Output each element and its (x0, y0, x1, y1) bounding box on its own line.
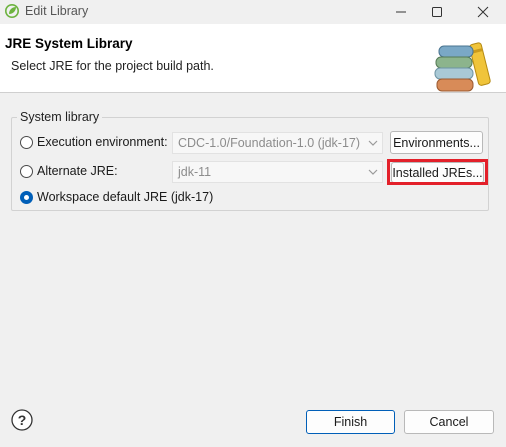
group-legend: System library (20, 110, 100, 124)
maximize-button[interactable] (422, 0, 452, 24)
close-button[interactable] (468, 0, 498, 24)
radio-label: Alternate JRE: (37, 164, 118, 178)
environments-button[interactable]: Environments... (390, 131, 483, 154)
window-title: Edit Library (25, 4, 89, 18)
page-description: Select JRE for the project build path. (11, 59, 214, 73)
alternate-jre-combo[interactable]: jdk-11 (172, 161, 383, 183)
help-icon[interactable]: ? (11, 409, 33, 431)
radio-workspace-default-jre[interactable]: Workspace default JRE (jdk-17) (20, 188, 213, 206)
combo-value: CDC-1.0/Foundation-1.0 (jdk-17) (178, 136, 361, 150)
library-books-icon (434, 42, 491, 92)
radio-label: Workspace default JRE (jdk-17) (37, 190, 214, 204)
dialog-header: JRE System Library Select JRE for the pr… (0, 24, 506, 93)
radio-button[interactable] (20, 135, 33, 149)
chevron-down-icon (368, 169, 378, 175)
combo-value: jdk-11 (178, 165, 212, 179)
radio-label: Execution environment: (37, 135, 168, 149)
page-title: JRE System Library (5, 36, 133, 51)
radio-alternate-jre[interactable]: Alternate JRE: (20, 162, 118, 180)
title-bar: Edit Library (0, 0, 506, 24)
radio-execution-environment[interactable]: Execution environment: (20, 133, 168, 151)
spring-leaf-icon (5, 4, 19, 18)
close-icon (477, 6, 489, 18)
cancel-button[interactable]: Cancel (404, 410, 494, 434)
radio-button-selected[interactable] (20, 190, 33, 204)
chevron-down-icon (368, 140, 378, 146)
minimize-button[interactable] (386, 0, 416, 24)
installed-jres-highlight (387, 159, 488, 185)
maximize-icon (432, 7, 442, 17)
finish-button[interactable]: Finish (306, 410, 395, 434)
radio-button[interactable] (20, 164, 33, 178)
execution-environment-combo[interactable]: CDC-1.0/Foundation-1.0 (jdk-17) (172, 132, 383, 154)
minimize-icon (396, 11, 406, 13)
svg-text:?: ? (18, 412, 27, 428)
